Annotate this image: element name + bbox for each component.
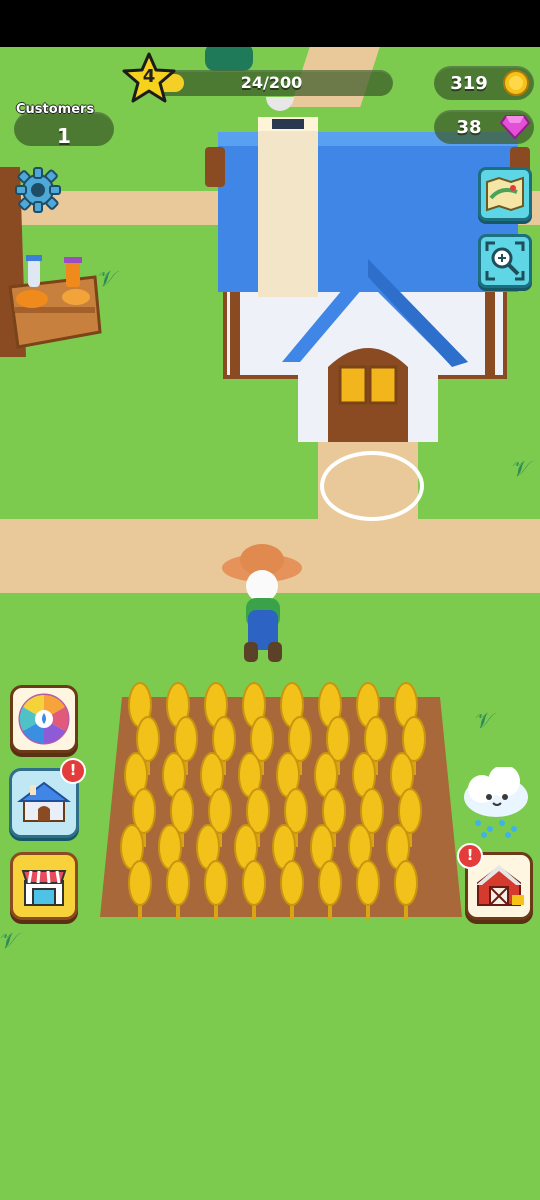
- status-bar: [0, 0, 540, 47]
- zoom-button[interactable]: [478, 234, 532, 288]
- gem-icon: [500, 115, 530, 140]
- grass-tuft: 𝒱: [98, 267, 117, 292]
- grass-tuft: 𝒱: [512, 457, 531, 482]
- xp-text: 24/200: [240, 73, 303, 92]
- spin-wheel-icon: [18, 693, 70, 745]
- zoom-icon: [485, 241, 525, 281]
- shop-icon: [21, 870, 67, 906]
- gems-panel: 38: [434, 110, 534, 144]
- rain-cloud-icon[interactable]: [460, 767, 535, 842]
- coins-count: 319: [450, 73, 488, 94]
- drop-zone-circle[interactable]: [320, 451, 424, 521]
- tree: [205, 47, 253, 71]
- grass-tuft: 𝒱: [475, 709, 494, 734]
- map-button[interactable]: [478, 167, 532, 221]
- house-alert-badge: !: [60, 758, 86, 784]
- barn-alert-badge: !: [457, 843, 483, 869]
- xp-bar: 24/200: [150, 70, 393, 96]
- customers-panel: 1: [14, 112, 114, 148]
- spin-wheel-button[interactable]: [10, 685, 78, 753]
- customers-label: Customers: [16, 102, 95, 117]
- level-number: 4: [142, 66, 156, 87]
- customers-count: 1: [57, 124, 71, 148]
- wheat-field[interactable]: [100, 647, 465, 927]
- game-scene[interactable]: 𝒱 𝒱 𝒱 𝒱: [0, 47, 540, 1200]
- gems-count: 38: [456, 117, 482, 138]
- shop-button[interactable]: [10, 852, 78, 920]
- grass-tuft: 𝒱: [0, 929, 19, 954]
- map-icon: [486, 176, 524, 212]
- gear-icon[interactable]: [14, 166, 62, 214]
- coins-panel: 319: [434, 66, 534, 100]
- coin-icon: [503, 70, 529, 96]
